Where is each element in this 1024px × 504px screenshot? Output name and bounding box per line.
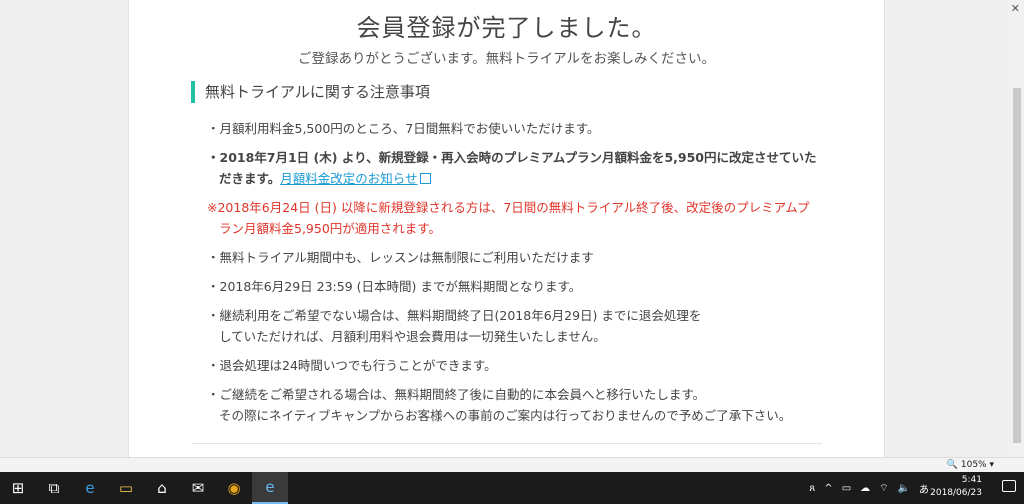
chrome-button[interactable]: ◉	[216, 472, 252, 504]
chrome-icon: ◉	[227, 479, 241, 497]
note-text: していただければ、月額利用料や退会費用は一切発生いたしません。	[219, 329, 606, 344]
list-item: ※2018年6月24日 (日) 以降に新規登録される方は、7日間の無料トライアル…	[207, 197, 847, 239]
mail-icon: ✉	[191, 479, 205, 497]
external-link-icon	[419, 173, 431, 184]
list-item: ・2018年7月1日 (木) より、新規登録・再入会時のプレミアムプラン月額料金…	[207, 147, 847, 189]
task-view-button[interactable]: ⧉	[36, 472, 72, 504]
cloud-icon[interactable]: ☁	[860, 483, 870, 494]
store-button[interactable]: ⌂	[144, 472, 180, 504]
vertical-scrollbar[interactable]: ✕	[1007, 0, 1024, 457]
page-content: 会員登録が完了しました。 ご登録ありがとうございます。無料トライアルをお楽しみく…	[128, 0, 885, 457]
list-item: ・2018年6月29日 23:59 (日本時間) までが無料期間となります。	[207, 276, 847, 297]
warning-text: ※2018年6月24日 (日) 以降に新規登録される方は、7日間の無料トライアル…	[207, 200, 810, 215]
volume-icon[interactable]: 🔈	[898, 483, 910, 494]
note-text: ・退会処理は24時間いつでも行うことができます。	[207, 358, 497, 373]
list-item: ・無料トライアル期間中も、レッスンは無制限にご利用いただけます	[207, 247, 847, 268]
note-text: ・ご継続をご希望される場合は、無料期間終了後に自動的に本会員へと移行いたします。	[207, 387, 706, 402]
list-item: ・ご継続をご希望される場合は、無料期間終了後に自動的に本会員へと移行いたします。…	[207, 384, 847, 426]
note-text: その際にネイティブキャンプからお客様への事前のご案内は行っておりませんので予めご…	[219, 408, 792, 423]
ie-button[interactable]: e	[252, 472, 288, 504]
browser-status-bar: 🔍 105% ▾	[0, 457, 1024, 472]
ime-icon[interactable]: あ	[919, 481, 929, 496]
system-tray: ጸ ^ ▭ ☁ ⌔ 🔈 あ	[800, 472, 929, 504]
wifi-icon[interactable]: ⌔	[879, 482, 888, 495]
list-item: ・継続利用をご希望でない場合は、無料期間終了日(2018年6月29日) までに退…	[207, 305, 847, 347]
chevron-up-icon[interactable]: ^	[824, 483, 832, 494]
task-view-icon: ⧉	[48, 479, 60, 497]
note-text: ・2018年6月29日 23:59 (日本時間) までが無料期間となります。	[207, 279, 582, 294]
people-icon[interactable]: ጸ	[809, 483, 815, 494]
close-icon[interactable]: ✕	[1011, 2, 1020, 15]
warning-text: ラン月額料金5,950円が適用されます。	[219, 221, 442, 236]
section-heading: 無料トライアルに関する注意事項	[191, 81, 430, 103]
file-explorer-button[interactable]: ▭	[108, 472, 144, 504]
notes-list: ・月額利用料金5,500円のところ、7日間無料でお使いいただけます。 ・2018…	[207, 118, 847, 434]
note-text: ・2018年7月1日 (木) より、新規登録・再入会時のプレミアムプラン月額料金…	[207, 150, 817, 165]
scrollbar-thumb[interactable]	[1013, 88, 1021, 443]
price-revision-link[interactable]: 月額料金改定のお知らせ	[280, 171, 417, 186]
start-button[interactable]: ⊞	[0, 472, 36, 504]
battery-icon[interactable]: ▭	[842, 483, 851, 494]
divider	[191, 443, 822, 444]
clock[interactable]: 5:41 2018/06/23	[930, 474, 982, 500]
notification-icon[interactable]	[1002, 480, 1016, 492]
note-text: だきます。	[219, 171, 281, 186]
mail-button[interactable]: ✉	[180, 472, 216, 504]
windows-logo-icon: ⊞	[11, 479, 25, 497]
zoom-value: 105%	[960, 460, 987, 470]
edge-icon: e	[85, 479, 95, 497]
note-text: ・継続利用をご希望でない場合は、無料期間終了日(2018年6月29日) までに退…	[207, 308, 702, 323]
edge-button[interactable]: e	[72, 472, 108, 504]
zoom-level[interactable]: 🔍 105% ▾	[947, 458, 994, 472]
clock-time: 5:41	[961, 475, 982, 485]
list-item: ・退会処理は24時間いつでも行うことができます。	[207, 355, 847, 376]
note-text: ・月額利用料金5,500円のところ、7日間無料でお使いいただけます。	[207, 121, 600, 136]
note-text: ・無料トライアル期間中も、レッスンは無制限にご利用いただけます	[207, 250, 594, 265]
internet-explorer-icon: e	[265, 478, 275, 496]
page-title: 会員登録が完了しました。	[356, 14, 657, 42]
taskbar: ⊞ ⧉ e ▭ ⌂ ✉ ◉ e ጸ ^ ▭ ☁ ⌔ 🔈 あ 5:41 2018/…	[0, 472, 1024, 504]
list-item: ・月額利用料金5,500円のところ、7日間無料でお使いいただけます。	[207, 118, 847, 139]
page-subtitle: ご登録ありがとうございます。無料トライアルをお楽しみください。	[297, 51, 715, 67]
store-icon: ⌂	[157, 479, 167, 497]
folder-icon: ▭	[118, 479, 134, 497]
browser-viewport: 会員登録が完了しました。 ご登録ありがとうございます。無料トライアルをお楽しみく…	[0, 0, 1024, 457]
clock-date: 2018/06/23	[930, 488, 982, 498]
